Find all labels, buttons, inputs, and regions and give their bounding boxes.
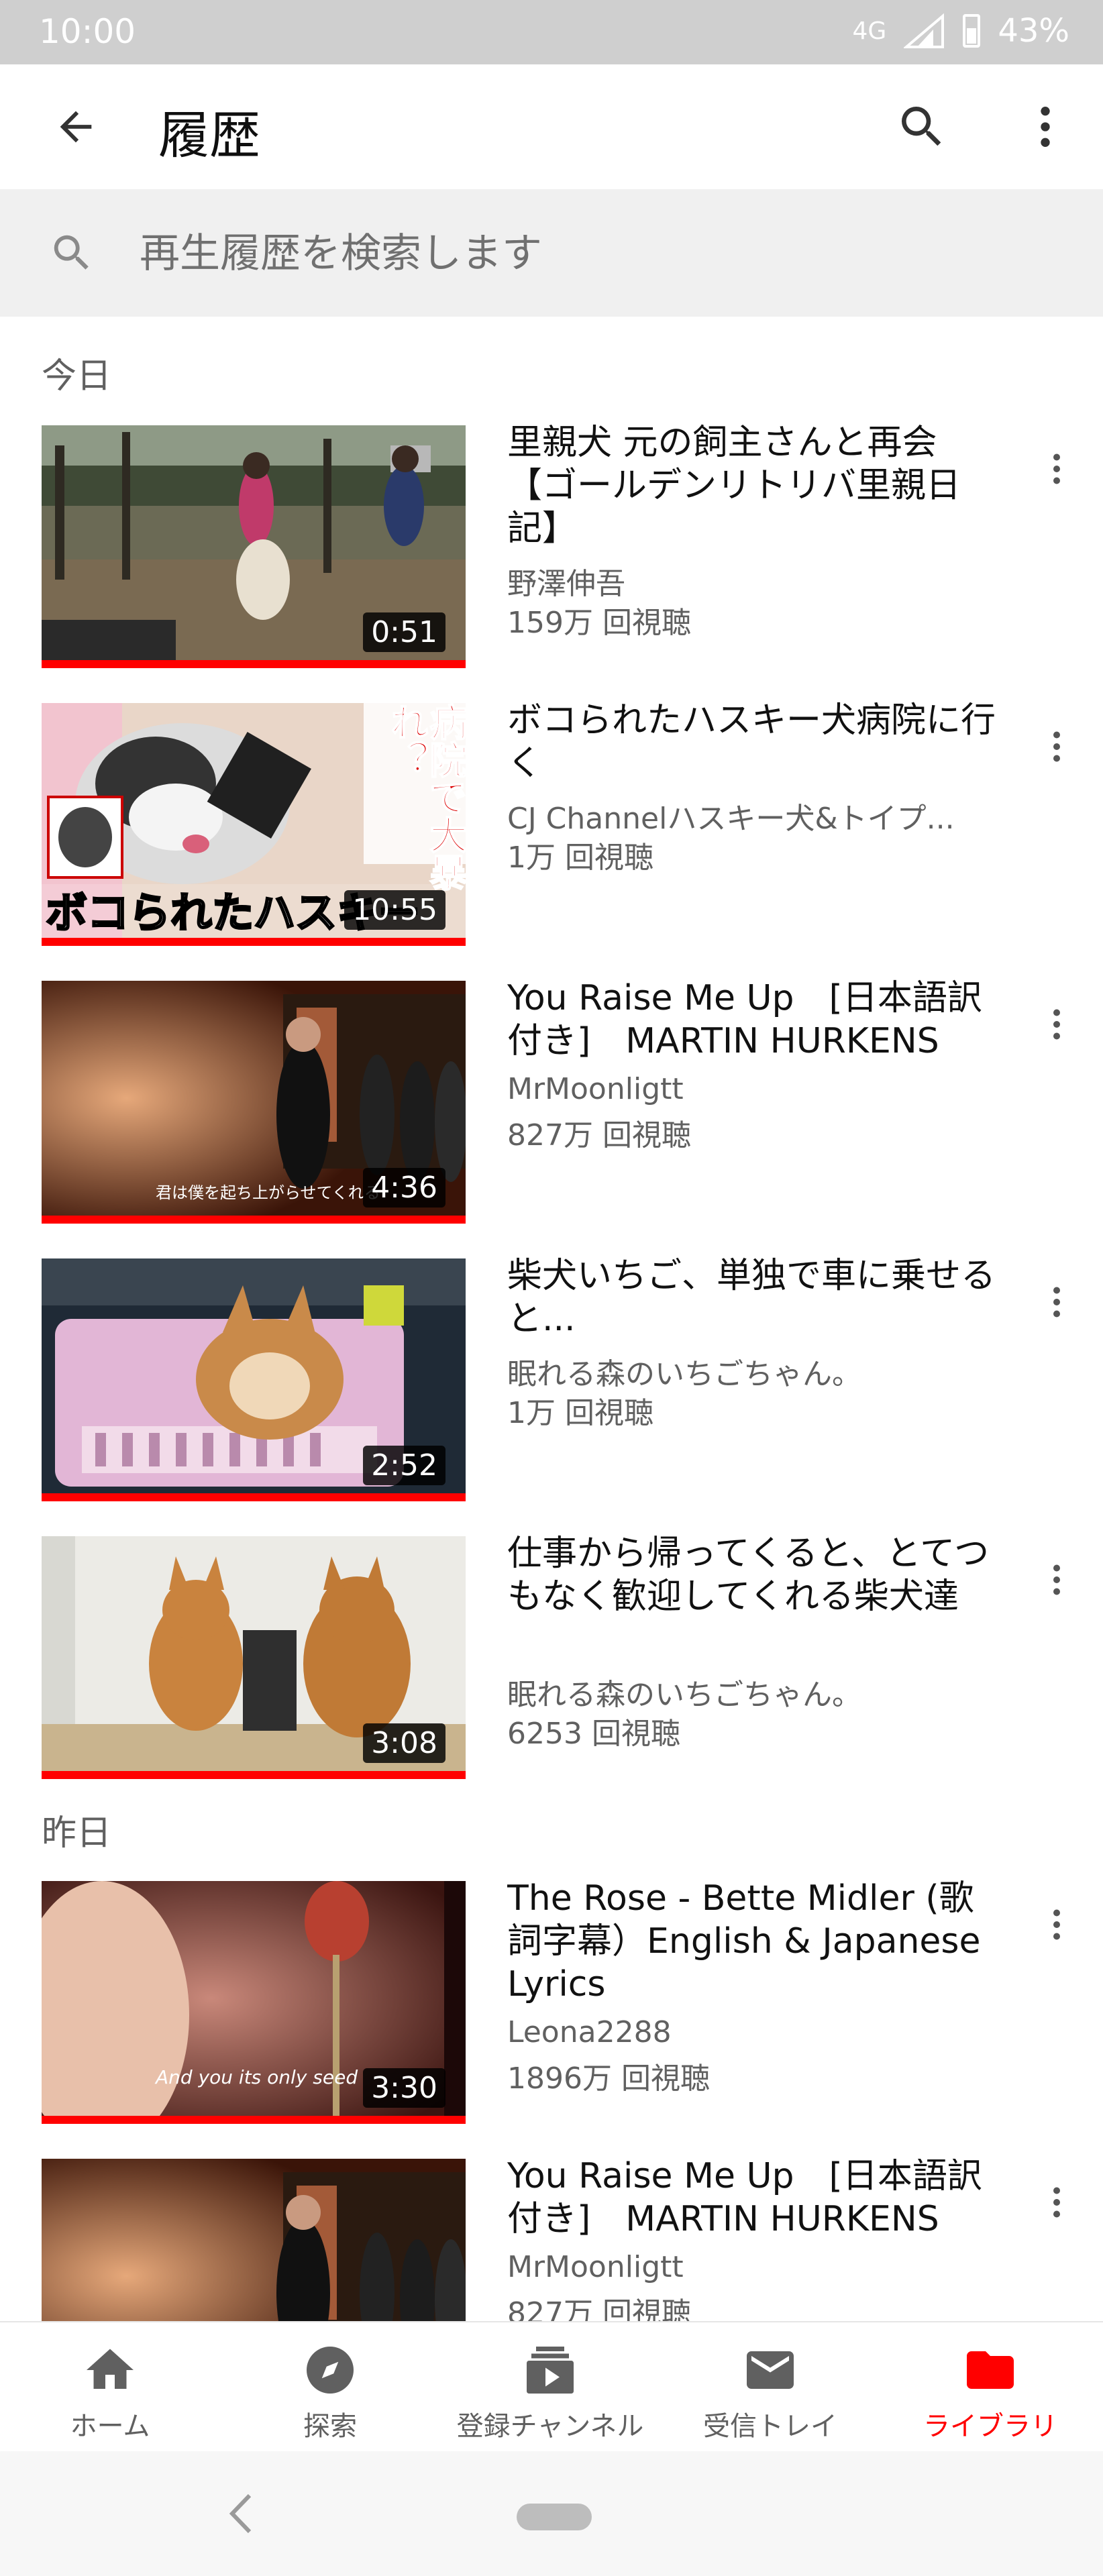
view-count: 159万 回視聴 xyxy=(507,606,691,640)
video-title[interactable]: You Raise Me Up [日本語訳付き] MARTIN HURKENS xyxy=(507,977,997,1065)
nav-explore[interactable]: 探索 xyxy=(220,2322,440,2453)
video-thumbnail[interactable]: 君は僕を起ち上がらせてくれる 4:36 xyxy=(42,981,466,1224)
video-item[interactable]: 2:52 柴犬いちご、単独で車に乗せると... 眠れる森のいちごちゃん。 1万 … xyxy=(0,1256,1103,1513)
nav-label: ライブラリ xyxy=(923,2411,1057,2442)
video-thumbnail[interactable]: 3:08 xyxy=(42,1536,466,1779)
video-item[interactable]: 0:51 里親犬 元の飼主さんと再会【ゴールデンリトリバ里親日記】 野澤伸吾 1… xyxy=(0,423,1103,680)
video-title[interactable]: 里親犬 元の飼主さんと再会【ゴールデンリトリバ里親日記】 xyxy=(507,421,997,553)
video-more-button[interactable] xyxy=(1027,994,1087,1055)
more-vert-icon xyxy=(1053,1564,1060,1595)
page-title: 履歴 xyxy=(158,105,260,165)
more-vert-icon xyxy=(1053,1287,1060,1318)
more-options-button[interactable] xyxy=(1013,97,1078,157)
home-icon xyxy=(80,2340,140,2400)
more-vert-icon xyxy=(1041,107,1050,147)
more-vert-icon xyxy=(1053,1909,1060,1940)
nav-label: ホーム xyxy=(70,2411,150,2442)
video-duration: 3:30 xyxy=(363,2068,445,2108)
video-more-button[interactable] xyxy=(1027,2172,1087,2233)
video-duration: 2:52 xyxy=(363,1446,445,1485)
more-vert-icon xyxy=(1053,453,1060,484)
video-thumbnail[interactable] xyxy=(42,2159,466,2321)
thumbnail-image xyxy=(42,2159,466,2321)
video-title[interactable]: The Rose - Bette Midler (歌詞字幕）English & … xyxy=(507,1877,997,2008)
thumbnail-caption: 君は僕を起ち上がらせてくれる xyxy=(156,1183,380,1202)
battery-icon xyxy=(963,14,981,48)
nav-label: 登録チャンネル xyxy=(456,2411,644,2442)
video-title[interactable]: You Raise Me Up [日本語訳付き] MARTIN HURKENS xyxy=(507,2159,997,2243)
bottom-navigation: ホーム 探索 登録チャンネル 受信トレイ ライブラリ xyxy=(0,2321,1103,2453)
nav-inbox[interactable]: 受信トレイ xyxy=(660,2322,880,2453)
back-button[interactable] xyxy=(46,97,106,157)
video-item[interactable]: And you its only seed 3:30 The Rose - Be… xyxy=(0,1878,1103,2136)
nav-library[interactable]: ライブラリ xyxy=(880,2322,1100,2453)
more-vert-icon xyxy=(1053,731,1060,762)
view-count: 6253 回視聴 xyxy=(507,1717,680,1751)
system-navigation-bar xyxy=(0,2451,1103,2576)
channel-name: 眠れる森のいちごちゃん。 xyxy=(507,1357,861,1391)
view-count: 1万 回視聴 xyxy=(507,841,653,875)
more-vert-icon xyxy=(1053,2187,1060,2218)
video-title[interactable]: ボコられたハスキー犬病院に行く xyxy=(507,699,997,788)
system-back-icon[interactable] xyxy=(221,2490,262,2537)
search-button[interactable] xyxy=(890,97,954,157)
video-more-button[interactable] xyxy=(1027,1894,1087,1955)
channel-name: MrMoonligtt xyxy=(507,2250,684,2284)
video-item[interactable]: 病院で大暴れ？ ボコられたハスキー 10:55 ボコられたハスキー犬病院に行く … xyxy=(0,700,1103,958)
channel-name: Leona2288 xyxy=(507,2015,672,2049)
video-more-button[interactable] xyxy=(1027,1550,1087,1610)
video-thumbnail[interactable]: 病院で大暴れ？ ボコられたハスキー 10:55 xyxy=(42,703,466,946)
app-bar: 履歴 xyxy=(0,64,1103,189)
video-thumbnail[interactable]: 2:52 xyxy=(42,1258,466,1501)
channel-name: 眠れる森のいちごちゃん。 xyxy=(507,1678,861,1712)
view-count: 827万 回視聴 xyxy=(507,2296,691,2321)
history-search-bar xyxy=(0,189,1103,317)
video-more-button[interactable] xyxy=(1027,1272,1087,1332)
view-count: 1896万 回視聴 xyxy=(507,2061,710,2096)
inbox-icon xyxy=(740,2340,800,2400)
video-duration: 0:51 xyxy=(363,612,445,652)
thumbnail-caption: And you its only seed xyxy=(156,2066,358,2088)
video-duration: 3:08 xyxy=(363,1723,445,1763)
video-item[interactable]: 3:08 仕事から帰ってくると、とてつもなく歓迎してくれる柴犬達 眠れる森のいち… xyxy=(0,1534,1103,1791)
channel-name: CJ Channelハスキー犬&トイプ... xyxy=(507,802,955,836)
system-home-pill[interactable] xyxy=(517,2504,592,2530)
view-count: 827万 回視聴 xyxy=(507,1118,691,1152)
video-duration: 10:55 xyxy=(344,890,445,930)
video-thumbnail[interactable]: 0:51 xyxy=(42,425,466,668)
channel-name: 野澤伸吾 xyxy=(507,567,625,601)
section-header-today: 今日 xyxy=(42,356,112,396)
history-search-input[interactable] xyxy=(138,216,1067,291)
status-indicators: 4G 43% xyxy=(853,12,1070,50)
more-vert-icon xyxy=(1053,1009,1060,1040)
nav-label: 受信トレイ xyxy=(703,2411,837,2442)
signal-icon xyxy=(904,13,945,48)
search-icon xyxy=(902,107,941,146)
explore-icon xyxy=(300,2340,360,2400)
video-thumbnail[interactable]: And you its only seed 3:30 xyxy=(42,1881,466,2124)
search-icon xyxy=(54,235,89,270)
status-bar: 10:00 4G 43% xyxy=(0,0,1103,64)
video-more-button[interactable] xyxy=(1027,439,1087,499)
nav-subscriptions[interactable]: 登録チャンネル xyxy=(440,2322,660,2453)
view-count: 1万 回視聴 xyxy=(507,1396,653,1430)
video-title[interactable]: 柴犬いちご、単独で車に乗せると... xyxy=(507,1254,997,1343)
network-type: 4G xyxy=(852,17,887,45)
channel-name: MrMoonligtt xyxy=(507,1072,684,1106)
video-duration: 4:36 xyxy=(363,1168,445,1208)
nav-label: 探索 xyxy=(303,2411,357,2442)
video-item[interactable]: You Raise Me Up [日本語訳付き] MARTIN HURKENS … xyxy=(0,2159,1103,2321)
subscriptions-icon xyxy=(520,2340,580,2400)
battery-level: 43% xyxy=(998,12,1069,50)
video-more-button[interactable] xyxy=(1027,716,1087,777)
section-header-yesterday: 昨日 xyxy=(42,1813,112,1854)
library-icon xyxy=(960,2340,1020,2400)
video-item[interactable]: 君は僕を起ち上がらせてくれる 4:36 You Raise Me Up [日本語… xyxy=(0,978,1103,1236)
nav-home[interactable]: ホーム xyxy=(0,2322,220,2453)
arrow-back-icon xyxy=(60,111,92,143)
video-title[interactable]: 仕事から帰ってくると、とてつもなく歓迎してくれる柴犬達 xyxy=(507,1532,997,1664)
status-time: 10:00 xyxy=(39,12,136,51)
